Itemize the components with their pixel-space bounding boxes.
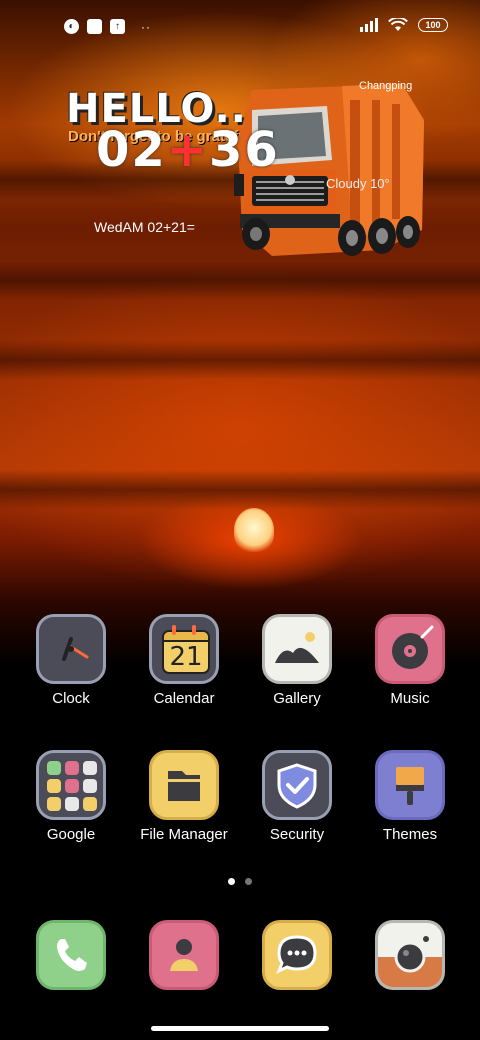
app-label: Music	[390, 690, 430, 707]
status-bar: ◐ ↑ ·· 100	[0, 0, 480, 56]
weather-icon: ◐	[64, 19, 79, 34]
app-themes[interactable]: Themes	[354, 750, 466, 843]
calendar-day: 21	[169, 642, 203, 672]
square-icon	[87, 19, 102, 34]
wifi-icon	[388, 18, 408, 31]
dock-messages[interactable]	[241, 920, 353, 990]
battery-icon: 100	[418, 18, 448, 32]
app-label: Google	[46, 826, 96, 843]
signal-icon	[360, 18, 378, 32]
clock-widget-time[interactable]: 02+36	[96, 122, 280, 178]
city-text: Changping	[359, 80, 413, 92]
file-manager-icon	[149, 750, 219, 820]
app-clock[interactable]: Clock	[15, 614, 127, 707]
contacts-icon	[149, 920, 219, 990]
camera-icon	[375, 920, 445, 990]
app-label: File Manager	[140, 826, 228, 843]
date-text: WedAM 02+21=	[94, 219, 195, 235]
google-folder-icon	[36, 750, 106, 820]
home-gesture-bar[interactable]	[151, 1026, 329, 1031]
phone-icon	[36, 920, 106, 990]
dock-camera[interactable]	[354, 920, 466, 990]
security-icon	[262, 750, 332, 820]
upload-icon: ↑	[110, 19, 125, 34]
weather-text: Cloudy 10°	[326, 176, 390, 191]
themes-icon	[375, 750, 445, 820]
app-security[interactable]: Security	[241, 750, 353, 843]
more-notifications-indicator: ··	[141, 19, 151, 34]
time-separator: +	[166, 122, 210, 178]
app-label: Calendar	[153, 690, 215, 707]
page-indicator[interactable]	[228, 878, 252, 885]
sun	[234, 508, 274, 552]
messages-icon	[262, 920, 332, 990]
app-google-folder[interactable]: Google	[15, 750, 127, 843]
gallery-icon	[262, 614, 332, 684]
time-hours: 02	[96, 122, 167, 178]
calendar-icon: 21	[149, 614, 219, 684]
music-icon	[375, 614, 445, 684]
clock-icon	[36, 614, 106, 684]
app-file-manager[interactable]: File Manager	[128, 750, 240, 843]
app-calendar[interactable]: 21 Calendar	[128, 614, 240, 707]
app-label: Clock	[52, 690, 90, 707]
app-gallery[interactable]: Gallery	[241, 614, 353, 707]
app-label: Security	[269, 826, 325, 843]
dock-phone[interactable]	[15, 920, 127, 990]
time-minutes: 36	[209, 122, 280, 178]
dock-contacts[interactable]	[128, 920, 240, 990]
app-music[interactable]: Music	[354, 614, 466, 707]
page-dot[interactable]	[245, 878, 252, 885]
page-dot-active[interactable]	[228, 878, 235, 885]
app-label: Gallery	[273, 690, 321, 707]
app-label: Themes	[382, 826, 438, 843]
